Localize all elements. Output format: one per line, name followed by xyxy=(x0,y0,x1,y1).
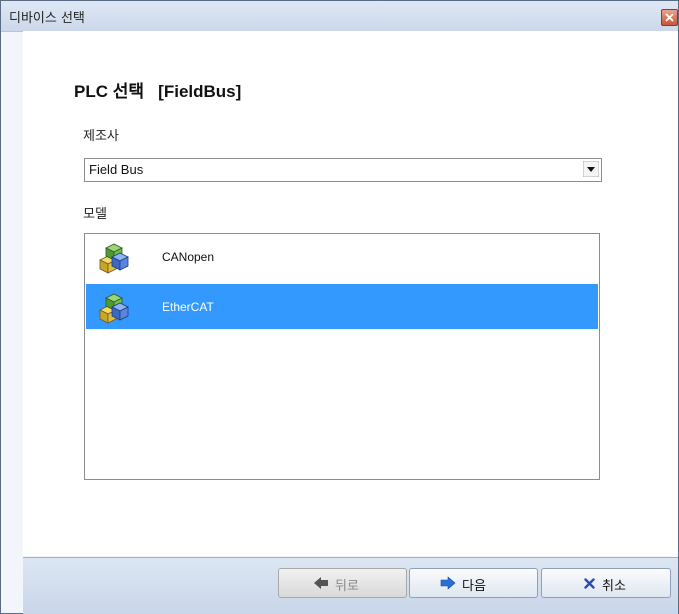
window-title: 디바이스 선택 xyxy=(9,11,85,26)
next-button-label: 다음 xyxy=(462,579,486,594)
back-button[interactable]: 뒤로 xyxy=(278,568,407,598)
device-cubes-icon xyxy=(99,243,129,274)
device-cubes-icon xyxy=(99,293,129,324)
content-panel: PLC 선택 [FieldBus] 제조사 Field Bus 모델 CANop… xyxy=(23,31,678,556)
manufacturer-label: 제조사 xyxy=(83,129,119,144)
list-item-canopen[interactable]: CANopen xyxy=(86,234,598,279)
manufacturer-selected-value: Field Bus xyxy=(89,162,144,177)
model-list[interactable]: CANopen EtherCAT xyxy=(84,233,600,480)
list-item-label: CANopen xyxy=(162,250,215,264)
close-icon xyxy=(584,578,595,589)
model-label: 모델 xyxy=(83,207,107,222)
page-title: PLC 선택 [FieldBus] xyxy=(74,82,242,101)
chevron-down-icon[interactable] xyxy=(583,161,599,177)
list-item-label: EtherCAT xyxy=(162,300,214,314)
next-button[interactable]: 다음 xyxy=(409,568,538,598)
manufacturer-dropdown[interactable]: Field Bus xyxy=(84,158,602,182)
list-item-ethercat[interactable]: EtherCAT xyxy=(86,284,598,329)
title-bar: 디바이스 선택 xyxy=(1,1,678,32)
cancel-button[interactable]: 취소 xyxy=(541,568,671,598)
close-icon xyxy=(665,13,674,22)
back-button-label: 뒤로 xyxy=(335,579,359,594)
cancel-button-label: 취소 xyxy=(602,579,626,594)
close-button[interactable] xyxy=(661,9,678,26)
arrow-right-icon xyxy=(440,576,456,590)
footer-bar: 뒤로 다음 취소 xyxy=(23,557,678,614)
arrow-left-icon xyxy=(314,577,328,589)
device-select-dialog: 디바이스 선택 PLC 선택 [FieldBus] 제조사 Field Bus … xyxy=(0,0,679,614)
